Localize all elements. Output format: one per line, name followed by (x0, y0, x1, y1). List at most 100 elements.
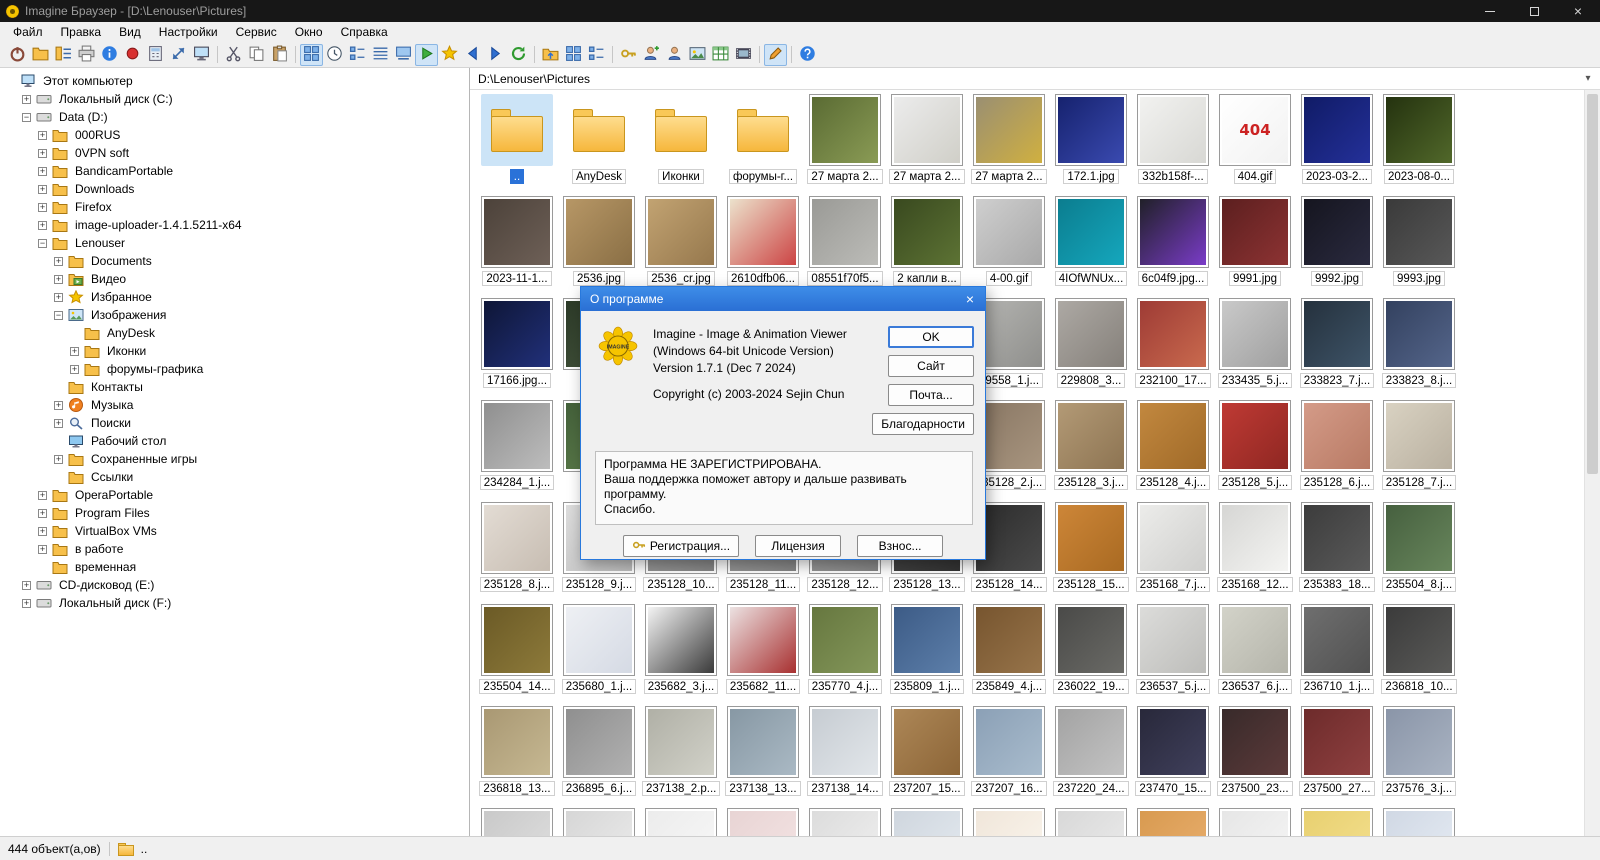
print-button[interactable] (75, 44, 98, 66)
tree-expander-icon[interactable]: + (54, 292, 63, 302)
menu-service[interactable]: Сервис (227, 23, 286, 41)
tree-item-10[interactable]: + Documents (0, 252, 469, 270)
thumbnail-item-78[interactable]: 237207_16... (968, 706, 1050, 808)
path-combobox[interactable]: D:\Lenouser\Pictures ▾ (470, 68, 1600, 90)
thumbnail-item-11[interactable]: 2023-08-0... (1378, 94, 1460, 196)
menu-file[interactable]: Файл (4, 23, 52, 41)
thumbnail-item-58[interactable]: 235383_18... (1296, 502, 1378, 604)
thumbnail-item-44[interactable]: 235128_4.j... (1132, 400, 1214, 502)
thumbnail-item-43[interactable]: 235128_3.j... (1050, 400, 1132, 502)
capture-button[interactable] (121, 44, 144, 66)
thumbnail-item-80[interactable]: 237470_15... (1132, 706, 1214, 808)
menu-view[interactable]: Вид (110, 23, 150, 41)
thumbnail-view-button[interactable] (300, 43, 323, 66)
tree-item-25[interactable]: + VirtualBox VMs (0, 522, 469, 540)
tree-item-15[interactable]: + Иконки (0, 342, 469, 360)
batch-convert-button[interactable] (144, 44, 167, 66)
thumbnail-item-19[interactable]: 4IOfWNUx... (1050, 196, 1132, 298)
thumbnail-item-61[interactable]: 235680_1.j... (558, 604, 640, 706)
thumbnail-item-23[interactable]: 9993.jpg (1378, 196, 1460, 298)
tree-item-5[interactable]: + BandicamPortable (0, 162, 469, 180)
image-properties-button[interactable] (686, 44, 709, 66)
thumbnail-item-93[interactable] (1214, 808, 1296, 836)
tree-expander-icon[interactable]: + (70, 364, 79, 374)
fullscreen-view-button[interactable] (190, 44, 213, 66)
tree-expander-icon[interactable]: + (38, 202, 47, 212)
thumbnail-item-81[interactable]: 237500_23... (1214, 706, 1296, 808)
tree-expander-icon[interactable]: + (54, 400, 63, 410)
thumbnail-item-16[interactable]: 08551f70f5... (804, 196, 886, 298)
tree-expander-icon[interactable]: − (38, 238, 47, 248)
thumbnail-item-75[interactable]: 237138_13... (722, 706, 804, 808)
tree-item-24[interactable]: + Program Files (0, 504, 469, 522)
tree-expander-icon[interactable]: + (38, 166, 47, 176)
tree-item-2[interactable]: − Data (D:) (0, 108, 469, 126)
thumbnail-item-73[interactable]: 236895_6.j... (558, 706, 640, 808)
toggle-folder-tree-button[interactable] (52, 44, 75, 66)
parent-folder-button[interactable] (539, 44, 562, 66)
back-button[interactable] (461, 44, 484, 66)
thumbnail-item-67[interactable]: 236022_19... (1050, 604, 1132, 706)
thumbnail-item-4[interactable]: 27 марта 2... (804, 94, 886, 196)
close-button[interactable]: × (1556, 0, 1600, 22)
tree-item-29[interactable]: + Локальный диск (F:) (0, 594, 469, 612)
menu-edit[interactable]: Правка (52, 23, 111, 41)
ok-button[interactable]: OK (888, 326, 974, 348)
tree-item-3[interactable]: +000RUS (0, 126, 469, 144)
gallery-view-button[interactable] (392, 44, 415, 66)
thumbnail-item-86[interactable] (640, 808, 722, 836)
thumbnail-item-90[interactable] (968, 808, 1050, 836)
favorites-button[interactable] (438, 44, 461, 66)
maximize-button[interactable] (1512, 0, 1556, 22)
thumbnail-item-64[interactable]: 235770_4.j... (804, 604, 886, 706)
cut-button[interactable] (222, 44, 245, 66)
thumbnail-item-76[interactable]: 237138_14... (804, 706, 886, 808)
tree-item-6[interactable]: + Downloads (0, 180, 469, 198)
thumbnail-item-10[interactable]: 2023-03-2... (1296, 94, 1378, 196)
thumbnail-item-15[interactable]: 2610dfb06... (722, 196, 804, 298)
folder-item-1[interactable]: AnyDesk (558, 94, 640, 196)
refresh-button[interactable] (507, 44, 530, 66)
thumbnail-item-92[interactable] (1132, 808, 1214, 836)
thumbnail-item-84[interactable] (476, 808, 558, 836)
thumbnail-item-55[interactable]: 235128_15... (1050, 502, 1132, 604)
thumbnail-item-20[interactable]: 6c04f9.jpg... (1132, 196, 1214, 298)
tree-expander-icon[interactable]: + (38, 148, 47, 158)
thumbnail-item-7[interactable]: 172.1.jpg (1050, 94, 1132, 196)
thumbnail-item-56[interactable]: 235168_7.j... (1132, 502, 1214, 604)
tree-item-14[interactable]: AnyDesk (0, 324, 469, 342)
folder-item-3[interactable]: форумы-г... (722, 94, 804, 196)
thumbnail-item-6[interactable]: 27 марта 2... (968, 94, 1050, 196)
thumbnail-item-69[interactable]: 236537_6.j... (1214, 604, 1296, 706)
scrollbar-thumb[interactable] (1587, 94, 1598, 474)
history-button[interactable] (323, 44, 346, 66)
tree-expander-icon[interactable]: + (22, 94, 31, 104)
tree-expander-icon[interactable]: + (54, 418, 63, 428)
tree-expander-icon[interactable]: + (38, 544, 47, 554)
thumbnail-item-13[interactable]: 2536.jpg (558, 196, 640, 298)
tree-item-4[interactable]: +0VPN soft (0, 144, 469, 162)
tree-expander-icon[interactable]: + (38, 220, 47, 230)
thumbnail-item-82[interactable]: 237500_27... (1296, 706, 1378, 808)
thumbnail-item-5[interactable]: 27 марта 2... (886, 94, 968, 196)
paste-button[interactable] (268, 44, 291, 66)
thumbnail-item-72[interactable]: 236818_13... (476, 706, 558, 808)
thumbnail-item-88[interactable] (804, 808, 886, 836)
tree-expander-icon[interactable]: + (70, 346, 79, 356)
tree-expander-icon[interactable]: − (54, 310, 63, 320)
thumbnail-item-65[interactable]: 235809_1.j... (886, 604, 968, 706)
thumbnail-item-8[interactable]: 332b158f-... (1132, 94, 1214, 196)
copy-button[interactable] (245, 44, 268, 66)
menu-window[interactable]: Окно (286, 23, 332, 41)
thumbnail-item-9[interactable]: 404 404.gif (1214, 94, 1296, 196)
thumbnail-item-57[interactable]: 235168_12... (1214, 502, 1296, 604)
tree-expander-icon[interactable]: + (38, 526, 47, 536)
tree-item-11[interactable]: + Видео (0, 270, 469, 288)
folder-item-0[interactable]: .. (476, 94, 558, 196)
thumbnail-item-68[interactable]: 236537_5.j... (1132, 604, 1214, 706)
menu-help[interactable]: Справка (332, 23, 397, 41)
thumbnail-item-12[interactable]: 2023-11-1... (476, 196, 558, 298)
thumbnail-item-47[interactable]: 235128_7.j... (1378, 400, 1460, 502)
thumbnail-item-71[interactable]: 236818_10... (1378, 604, 1460, 706)
thumbnail-item-60[interactable]: 235504_14... (476, 604, 558, 706)
